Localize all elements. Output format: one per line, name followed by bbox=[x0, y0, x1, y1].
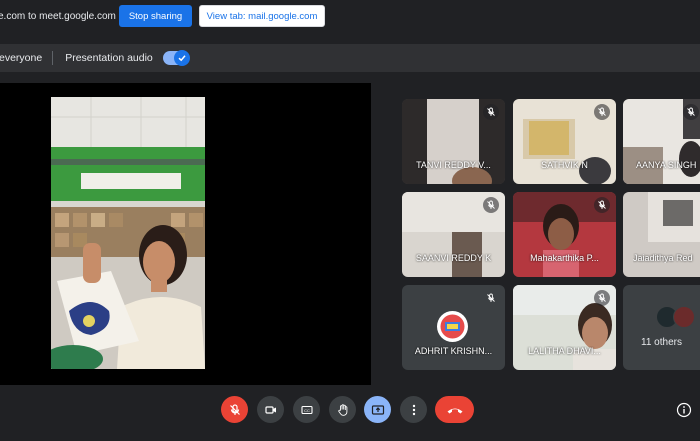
participant-tile[interactable]: LALITHA DHAVI... bbox=[513, 285, 616, 370]
mic-off-icon bbox=[683, 104, 699, 120]
others-tile[interactable]: 11 others bbox=[623, 285, 700, 370]
mic-off-icon bbox=[594, 290, 610, 306]
participant-tile[interactable]: Jaiadithya Red bbox=[623, 192, 700, 277]
presentation-stage bbox=[0, 83, 371, 385]
participant-tile[interactable]: AANYA SINGH bbox=[623, 99, 700, 184]
sharing-status-text: e.com to meet.google.com bbox=[0, 11, 116, 22]
divider bbox=[52, 51, 54, 65]
participant-tile[interactable]: ADHRIT KRISHN... bbox=[402, 285, 505, 370]
present-icon bbox=[371, 404, 384, 415]
presentation-audio-toggle[interactable] bbox=[162, 50, 190, 66]
mic-off-icon bbox=[483, 104, 499, 120]
participant-name: Jaiadithya Red bbox=[633, 253, 693, 263]
check-icon bbox=[173, 50, 190, 66]
others-count-label: 11 others bbox=[641, 337, 682, 348]
mic-off-icon bbox=[594, 197, 610, 213]
camera-toggle-button[interactable] bbox=[257, 396, 284, 423]
more-options-button[interactable] bbox=[400, 396, 427, 423]
teacher-video-frame bbox=[51, 97, 205, 369]
participant-name: SATHVIK N bbox=[541, 160, 588, 170]
meeting-info-button[interactable] bbox=[675, 401, 693, 419]
participant-name: AANYA SINGH bbox=[636, 160, 697, 170]
avatar bbox=[673, 306, 695, 328]
participant-name: SAANVI REDDY K bbox=[415, 253, 492, 263]
info-icon bbox=[676, 402, 692, 418]
end-call-icon bbox=[447, 408, 462, 413]
participant-video bbox=[623, 192, 700, 277]
mic-off-icon bbox=[483, 290, 499, 306]
mic-toggle-button[interactable] bbox=[221, 396, 248, 423]
presented-video bbox=[51, 97, 205, 369]
camera-icon bbox=[264, 405, 276, 414]
mic-off-icon bbox=[483, 197, 499, 213]
school-logo-icon bbox=[437, 311, 468, 342]
participant-name: ADHRIT KRISHN... bbox=[414, 346, 493, 356]
everyone-label: everyone bbox=[0, 52, 43, 64]
participant-tile[interactable]: Mahakarthika P... bbox=[513, 192, 616, 277]
view-tab-button[interactable]: View tab: mail.google.com bbox=[199, 5, 325, 27]
participant-name: Mahakarthika P... bbox=[530, 253, 599, 263]
avatar bbox=[437, 311, 468, 342]
more-options-icon bbox=[412, 404, 415, 415]
others-avatars bbox=[656, 306, 696, 328]
end-call-button[interactable] bbox=[435, 396, 474, 423]
participant-tile[interactable]: SAANVI REDDY K bbox=[402, 192, 505, 277]
stop-sharing-button[interactable]: Stop sharing bbox=[119, 5, 192, 27]
presentation-audio-bar: everyone Presentation audio bbox=[0, 44, 700, 72]
mic-off-icon bbox=[229, 403, 240, 415]
participant-name: LALITHA DHAVI... bbox=[528, 346, 601, 356]
presentation-audio-label: Presentation audio bbox=[65, 52, 153, 64]
raise-hand-button[interactable] bbox=[329, 396, 356, 423]
raise-hand-icon bbox=[337, 403, 347, 416]
participant-name: TANVI REDDY V... bbox=[416, 160, 491, 170]
captions-button[interactable]: CC bbox=[293, 396, 320, 423]
svg-text:CC: CC bbox=[304, 407, 310, 412]
participant-tile[interactable]: SATHVIK N bbox=[513, 99, 616, 184]
present-button[interactable] bbox=[364, 396, 391, 423]
captions-icon: CC bbox=[300, 405, 313, 414]
mic-off-icon bbox=[594, 104, 610, 120]
call-controls: CC bbox=[0, 396, 700, 430]
meet-window: e.com to meet.google.com Stop sharing Vi… bbox=[0, 0, 700, 441]
share-bar: e.com to meet.google.com Stop sharing Vi… bbox=[0, 0, 700, 33]
participant-tile[interactable]: TANVI REDDY V... bbox=[402, 99, 505, 184]
